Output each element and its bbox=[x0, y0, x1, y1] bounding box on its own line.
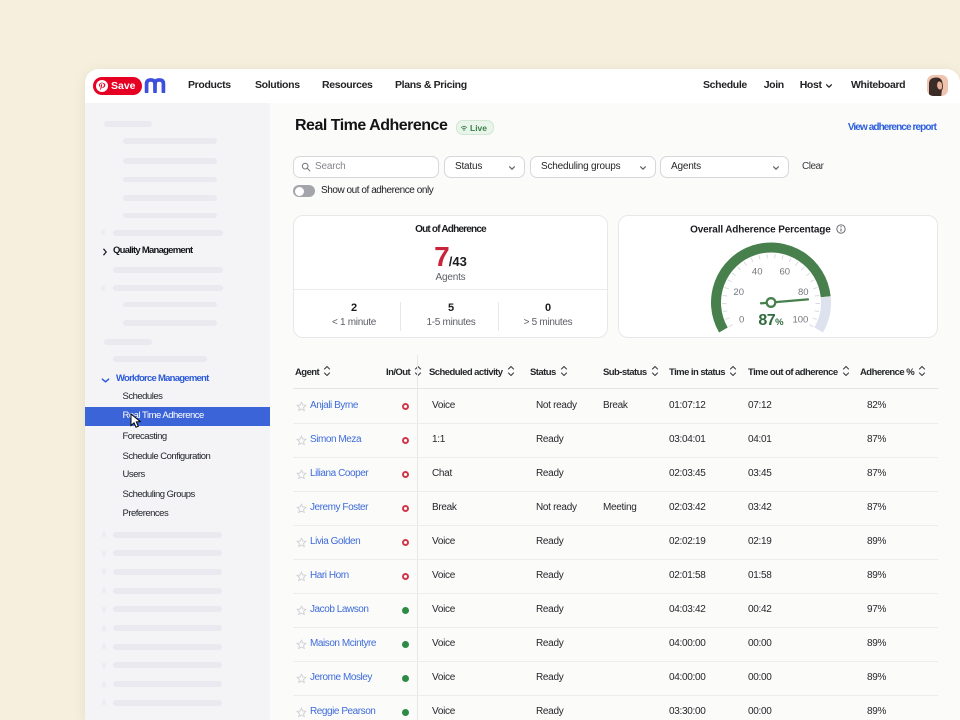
svg-text:80: 80 bbox=[798, 287, 809, 298]
svg-text:20: 20 bbox=[733, 287, 744, 298]
svg-text:40: 40 bbox=[752, 266, 763, 277]
svg-text:60: 60 bbox=[780, 266, 791, 277]
